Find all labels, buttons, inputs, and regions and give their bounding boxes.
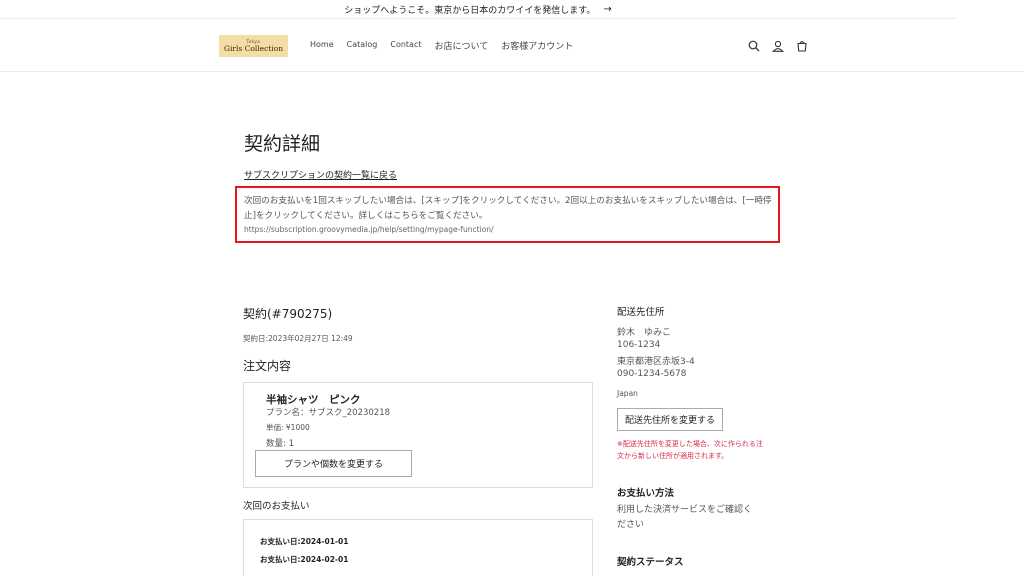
change-address-button[interactable]: 配送先住所を変更する [617,408,723,431]
notice-text: 次回のお支払いを1回スキップしたい場合は、[スキップ]をクリックしてください。2… [244,196,772,221]
next-payment-box: お支払い日:2024-01-01 お支払い日:2024-02-01 [243,519,593,576]
announcement-text: ショップへようこそ。東京から日本のカワイイを発信します。 [344,5,596,16]
street-address: 東京都港区赤坂3-4 [617,357,695,367]
main-nav: Home Catalog Contact お店について お客様アカウント [310,40,573,52]
nav-account[interactable]: お客様アカウント [501,39,573,52]
contract-heading: 契約(#790275) [243,307,333,321]
shipping-heading: 配送先住所 [617,307,665,318]
page-title: 契約詳細 [244,133,321,155]
search-icon[interactable] [747,39,760,52]
logo-brand-text: Girls Collection [223,43,284,53]
payment-method-text: 利用した決済サービスをご確認ください [617,505,753,530]
nav-about[interactable]: お店について [434,39,488,52]
announcement-bar[interactable]: ショップへようこそ。東京から日本のカワイイを発信します。 → [0,0,956,19]
nav-catalog[interactable]: Catalog [347,40,378,52]
help-url-link[interactable]: https://subscription.groovymedia.jp/help… [244,225,493,234]
phone-number: 090-1234-5678 [617,369,687,379]
site-logo[interactable]: Tokyo Girls Collection [219,35,288,57]
cart-icon[interactable] [795,39,808,52]
recipient-name: 鈴木 ゆみこ [617,328,672,338]
account-icon[interactable] [771,39,784,52]
next-payment-heading: 次回のお支払い [243,501,310,512]
change-plan-button[interactable]: プランや個数を変更する [255,450,412,477]
order-heading: 注文内容 [243,359,292,373]
postal-code: 106-1234 [617,340,661,350]
skip-notice-box: 次回のお支払いを1回スキップしたい場合は、[スキップ]をクリックしてください。2… [235,186,780,243]
payment-method-heading: お支払い方法 [617,488,675,499]
site-header: Tokyo Girls Collection Home Catalog Cont… [0,20,1024,72]
address-change-warning: ※配送先住所を変更した場合、次に作られる注文から新しい住所が適用されます。 [617,440,763,460]
payment-date-row: お支払い日:2024-02-01 [260,555,349,564]
product-name: 半袖シャツ ピンク [266,394,361,406]
quantity: 数量: 1 [266,439,294,449]
order-item-card: 半袖シャツ ピンク プラン名：サブスク_20230218 単価: ¥1000 数… [243,382,593,488]
back-to-subscriptions-link[interactable]: サブスクリプションの契約一覧に戻る [244,168,397,181]
contract-status-heading: 契約ステータス [617,557,684,568]
nav-home[interactable]: Home [310,40,334,52]
contract-date: 契約日:2023年02月27日 12:49 [243,334,353,343]
header-icons [747,39,808,52]
arrow-right-icon: → [603,3,612,15]
payment-date-row: お支払い日:2024-01-01 [260,537,349,546]
plan-name: プラン名：サブスク_20230218 [266,408,391,418]
country: Japan [617,389,638,398]
unit-price: 単価: ¥1000 [266,423,310,432]
nav-contact[interactable]: Contact [390,40,421,52]
